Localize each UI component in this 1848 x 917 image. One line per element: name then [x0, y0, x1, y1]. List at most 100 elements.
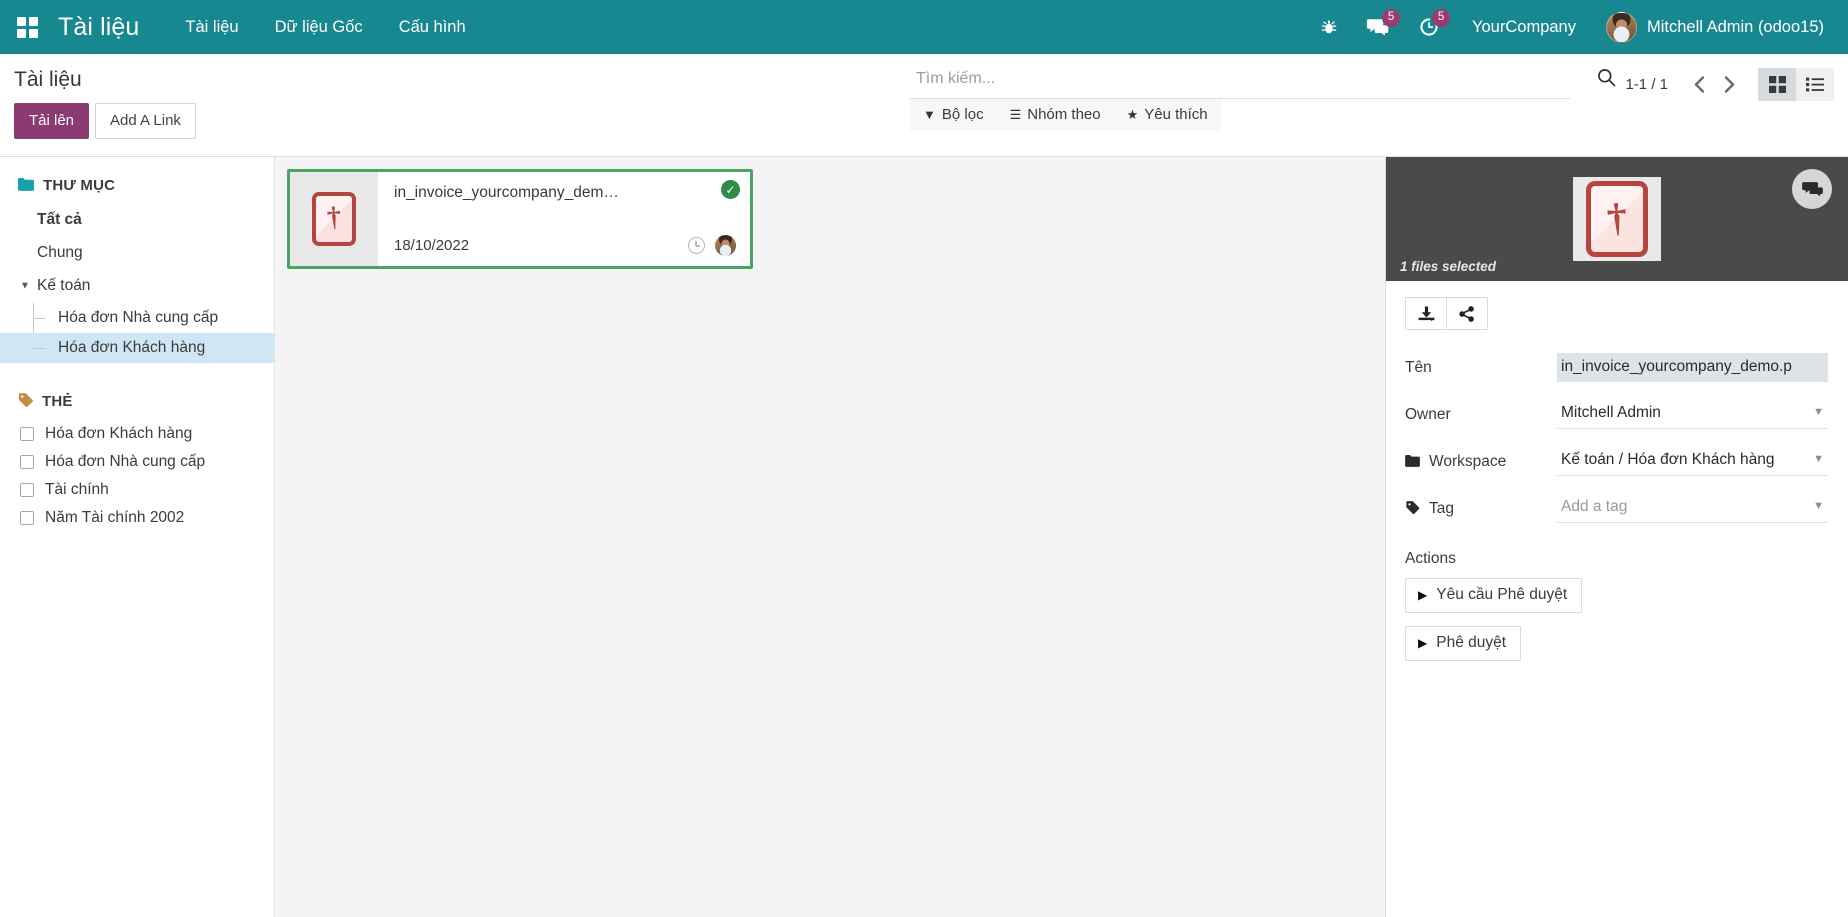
add-a-link-button[interactable]: Add A Link: [95, 103, 196, 139]
download-icon: [1418, 306, 1435, 322]
search-line: [910, 66, 1570, 99]
document-date: 18/10/2022: [394, 237, 469, 254]
request-approval-button[interactable]: ▶ Yêu cầu Phê duyệt: [1405, 578, 1582, 613]
document-card-footer: 18/10/2022: [394, 235, 736, 256]
checkbox-icon[interactable]: [20, 511, 34, 525]
view-switcher-list[interactable]: [1796, 68, 1834, 101]
upload-button[interactable]: Tải lên: [14, 103, 89, 139]
nav-item-documents[interactable]: Tài liệu: [167, 0, 256, 54]
field-label-tag: Tag: [1405, 500, 1557, 518]
company-switcher[interactable]: YourCompany: [1454, 18, 1594, 37]
checkbox-icon[interactable]: [20, 483, 34, 497]
approve-button[interactable]: ▶ Phê duyệt: [1405, 626, 1521, 661]
inspector-preview: † 1 files selected: [1386, 157, 1848, 281]
checkbox-icon[interactable]: [20, 427, 34, 441]
tag-select[interactable]: Add a tag: [1557, 494, 1828, 523]
inspector-tools: [1386, 281, 1848, 330]
control-panel-left: Tài liệu Tải lên Add A Link: [0, 54, 910, 139]
search-dropdown-bar: ▼ Bộ lọc ☰ Nhóm theo ★ Yêu thích: [910, 99, 1221, 131]
sidebar-tag-finance[interactable]: Tài chính: [0, 476, 274, 504]
pdf-file-icon: †: [312, 192, 356, 246]
control-panel: Tài liệu Tải lên Add A Link ▼ Bộ lọc ☰ N…: [0, 54, 1848, 157]
view-switcher-kanban[interactable]: [1758, 68, 1796, 101]
sidebar-tag-label: Hóa đơn Nhà cung cấp: [45, 453, 205, 471]
apps-grid-icon: [17, 17, 38, 38]
sidebar-folder-all[interactable]: Tất cả: [0, 204, 274, 237]
clock-icon[interactable]: [688, 237, 705, 254]
owner-select[interactable]: Mitchell Admin: [1557, 400, 1828, 429]
field-row-name: Tên in_invoice_yourcompany_demo.p: [1405, 344, 1828, 391]
search-icon[interactable]: [1597, 68, 1616, 92]
share-icon: [1459, 306, 1475, 322]
chevron-down-icon: ▼: [20, 280, 30, 294]
document-card-footer-right: [688, 235, 736, 256]
inspector-preview-thumbnail[interactable]: †: [1573, 177, 1661, 261]
check-circle-icon[interactable]: ✓: [721, 180, 740, 199]
field-value-wrapper: Kế toán / Hóa đơn Khách hàng ▼: [1557, 447, 1828, 476]
sidebar-tag-vendor-bills[interactable]: Hóa đơn Nhà cung cấp: [0, 448, 274, 476]
activities-badge: 5: [1432, 9, 1450, 27]
kanban-view-icon: [1769, 76, 1786, 93]
tag-icon: [1405, 501, 1420, 516]
play-icon: ▶: [1418, 636, 1427, 650]
sidebar-tag-label: Năm Tài chính 2002: [45, 509, 184, 527]
field-row-workspace: Workspace Kế toán / Hóa đơn Khách hàng ▼: [1405, 438, 1828, 485]
activities-button[interactable]: 5: [1404, 0, 1454, 54]
approve-label: Phê duyệt: [1436, 634, 1506, 652]
filters-dropdown[interactable]: ▼ Bộ lọc: [910, 99, 997, 131]
user-menu[interactable]: Mitchell Admin (odoo15): [1594, 12, 1828, 43]
avatar: [1606, 12, 1637, 43]
messages-button[interactable]: 5: [1352, 0, 1404, 54]
debug-menu-button[interactable]: [1306, 0, 1352, 54]
chatter-button[interactable]: [1792, 169, 1832, 209]
kanban-area: † in_invoice_yourcompany_dem… 18/10/2022…: [275, 157, 1385, 917]
tags-section-header: THẺ: [0, 389, 274, 414]
document-card[interactable]: † in_invoice_yourcompany_dem… 18/10/2022…: [287, 169, 753, 269]
sidebar-tag-fiscal-year-2002[interactable]: Năm Tài chính 2002: [0, 504, 274, 532]
download-button[interactable]: [1405, 297, 1447, 330]
user-menu-label: Mitchell Admin (odoo15): [1647, 18, 1824, 37]
group-by-dropdown[interactable]: ☰ Nhóm theo: [997, 99, 1114, 131]
group-by-icon: ☰: [1010, 108, 1022, 121]
nav-item-master-data[interactable]: Dữ liệu Gốc: [257, 0, 381, 54]
sidebar-tag-customer-invoices[interactable]: Hóa đơn Khách hàng: [0, 420, 274, 448]
field-value-wrapper: Mitchell Admin ▼: [1557, 400, 1828, 429]
pager-previous-button[interactable]: [1684, 70, 1714, 100]
nav-item-configuration[interactable]: Cấu hình: [381, 0, 484, 54]
workspace-select[interactable]: Kế toán / Hóa đơn Khách hàng: [1557, 447, 1828, 476]
sidebar-folder-customer-invoices[interactable]: Hóa đơn Khách hàng: [0, 333, 274, 363]
field-value-wrapper: Add a tag ▼: [1557, 494, 1828, 523]
tag-icon: [18, 393, 33, 410]
sidebar: THƯ MỤC Tất cả Chung ▼ Kế toán Hóa đơn N…: [0, 157, 275, 917]
share-button[interactable]: [1446, 297, 1488, 330]
sidebar-tag-label: Tài chính: [45, 481, 109, 499]
top-navbar: Tài liệu Tài liệu Dữ liệu Gốc Cấu hình: [0, 0, 1848, 54]
favorites-dropdown[interactable]: ★ Yêu thích: [1114, 99, 1221, 131]
inspector-form: Tên in_invoice_yourcompany_demo.p Owner …: [1386, 330, 1848, 674]
chevron-right-icon: [1724, 76, 1735, 93]
avatar[interactable]: [715, 235, 736, 256]
sidebar-tag-label: Hóa đơn Khách hàng: [45, 425, 192, 443]
filters-label: Bộ lọc: [942, 106, 984, 123]
filter-icon: ▼: [923, 108, 936, 121]
favorites-label: Yêu thích: [1144, 106, 1207, 123]
sidebar-folder-ke-toan-label: Kế toán: [37, 277, 90, 294]
field-row-owner: Owner Mitchell Admin ▼: [1405, 391, 1828, 438]
sidebar-folder-chung[interactable]: Chung: [0, 237, 274, 270]
group-by-label: Nhóm theo: [1027, 106, 1100, 123]
pager-next-button[interactable]: [1714, 70, 1744, 100]
name-input[interactable]: in_invoice_yourcompany_demo.p: [1557, 353, 1828, 382]
search-input[interactable]: [916, 70, 1564, 88]
folder-icon: [1405, 455, 1420, 469]
list-view-icon: [1806, 77, 1824, 92]
sidebar-folder-ke-toan[interactable]: ▼ Kế toán: [0, 270, 274, 303]
actions-title: Actions: [1405, 550, 1828, 568]
apps-menu-button[interactable]: [0, 0, 54, 54]
app-brand-name[interactable]: Tài liệu: [54, 13, 145, 42]
chat-bubble-icon: [1802, 180, 1823, 198]
chevron-left-icon: [1694, 76, 1705, 93]
checkbox-icon[interactable]: [20, 455, 34, 469]
page-title: Tài liệu: [14, 68, 910, 91]
messages-badge: 5: [1382, 9, 1400, 27]
sidebar-folder-vendor-bills[interactable]: Hóa đơn Nhà cung cấp: [0, 303, 274, 333]
